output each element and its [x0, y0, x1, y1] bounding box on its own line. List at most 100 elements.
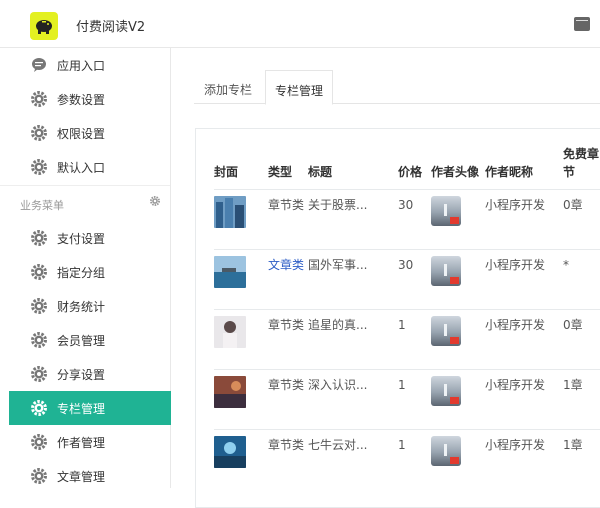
title-cell: 追星的真... [308, 318, 368, 332]
sidebar-divider [0, 185, 170, 186]
gear-icon [31, 332, 47, 348]
main-panel: 添加专栏 专栏管理 封面 类型 标题 价格 作者头像 作者昵称 免费章节 章节类… [171, 48, 600, 508]
cover-image-scene[interactable] [214, 376, 246, 408]
cover-image-cloud[interactable] [214, 436, 246, 468]
sidebar-item-share[interactable]: 分享设置 [9, 357, 171, 391]
author-avatar [431, 376, 461, 406]
column-table-card: 封面 类型 标题 价格 作者头像 作者昵称 免费章节 章节类 关于股票... 3… [195, 128, 600, 508]
table-row[interactable]: 章节类 七牛云对... 1 小程序开发 1章 [214, 429, 600, 490]
sidebar-item-columns[interactable]: 专栏管理 [9, 391, 171, 425]
title-cell: 七牛云对... [308, 438, 368, 452]
sidebar-item-label: 默认入口 [57, 161, 106, 175]
gear-icon [31, 264, 47, 280]
free-cell: 0章 [563, 318, 583, 332]
gear-icon [31, 366, 47, 382]
type-cell: 章节类 [268, 438, 305, 452]
header-avatar: 作者头像 [431, 165, 480, 179]
section-label: 业务菜单 [20, 199, 64, 212]
sidebar-item-default-entry[interactable]: 默认入口 [9, 150, 171, 184]
free-cell: * [563, 258, 569, 272]
nickname-cell: 小程序开发 [485, 378, 546, 392]
author-avatar [431, 256, 461, 286]
gear-icon [31, 125, 47, 141]
avatar-cell [431, 250, 485, 310]
sidebar-item-permissions[interactable]: 权限设置 [9, 116, 171, 150]
cover-cell [214, 370, 268, 430]
type-cell: 章节类 [268, 378, 305, 392]
sidebar-item-label: 指定分组 [57, 266, 106, 280]
cover-image-buildings[interactable] [214, 196, 246, 228]
author-avatar [431, 436, 461, 466]
type-cell: 章节类 [268, 318, 305, 332]
sidebar-item-payment[interactable]: 支付设置 [9, 221, 171, 255]
title-cell: 深入认识... [308, 378, 368, 392]
tab-bar: 添加专栏 专栏管理 [194, 70, 600, 105]
avatar-cell [431, 310, 485, 370]
sidebar-item-label: 支付设置 [57, 232, 106, 246]
gear-icon[interactable] [150, 196, 160, 206]
sidebar-item-members[interactable]: 会员管理 [9, 323, 171, 357]
nickname-cell: 小程序开发 [485, 198, 546, 212]
sidebar-item-app-entry[interactable]: 应用入口 [9, 48, 171, 82]
header-nickname: 作者昵称 [485, 165, 534, 179]
sidebar-item-params[interactable]: 参数设置 [9, 82, 171, 116]
sidebar-item-label: 文章管理 [57, 470, 106, 484]
top-bar: 付费阅读V2 [0, 0, 600, 48]
cover-image-person[interactable] [214, 316, 246, 348]
sidebar-item-finance[interactable]: 财务统计 [9, 289, 171, 323]
price-cell: 1 [398, 378, 406, 392]
cover-cell [214, 190, 268, 250]
free-cell: 0章 [563, 198, 583, 212]
app-title: 付费阅读V2 [76, 20, 146, 35]
table-row[interactable]: 文章类 国外军事... 30 小程序开发 * [214, 249, 600, 310]
table-row[interactable]: 章节类 追星的真... 1 小程序开发 0章 [214, 309, 600, 370]
nickname-cell: 小程序开发 [485, 258, 546, 272]
sidebar-item-label: 财务统计 [57, 300, 106, 314]
title-cell: 关于股票... [308, 198, 368, 212]
type-cell-link[interactable]: 文章类 [268, 250, 308, 310]
cover-cell [214, 430, 268, 490]
free-cell: 1章 [563, 378, 583, 392]
sidebar-item-label: 参数设置 [57, 93, 106, 107]
sidebar-item-label: 会员管理 [57, 334, 106, 348]
price-cell: 1 [398, 438, 406, 452]
sidebar-item-groups[interactable]: 指定分组 [9, 255, 171, 289]
gear-icon [31, 434, 47, 450]
chat-bubble-icon [32, 58, 46, 72]
sidebar-item-label: 分享设置 [57, 368, 106, 382]
window-toggle-icon[interactable] [574, 17, 590, 31]
type-cell: 章节类 [268, 198, 305, 212]
table-row[interactable]: 章节类 深入认识... 1 小程序开发 1章 [214, 369, 600, 430]
sidebar-item-label: 应用入口 [57, 59, 106, 73]
header-free-chapters: 免费章节 [563, 147, 600, 179]
piggy-bank-logo-icon[interactable] [30, 12, 58, 40]
nickname-cell: 小程序开发 [485, 318, 546, 332]
cover-image-sea[interactable] [214, 256, 246, 288]
avatar-cell [431, 430, 485, 490]
gear-icon [31, 230, 47, 246]
sidebar-item-label: 权限设置 [57, 127, 106, 141]
sidebar-item-authors[interactable]: 作者管理 [9, 425, 171, 459]
free-cell: 1章 [563, 438, 583, 452]
nickname-cell: 小程序开发 [485, 438, 546, 452]
cover-cell [214, 310, 268, 370]
gear-icon [31, 91, 47, 107]
header-title: 标题 [308, 165, 333, 179]
avatar-cell [431, 370, 485, 430]
header-price: 价格 [398, 165, 423, 179]
avatar-cell [431, 190, 485, 250]
gear-icon [31, 159, 47, 175]
sidebar-item-label: 作者管理 [57, 436, 106, 450]
gear-icon [31, 468, 47, 484]
header-cover: 封面 [214, 165, 239, 179]
main-content: 添加专栏 专栏管理 封面 类型 标题 价格 作者头像 作者昵称 免费章节 章节类… [171, 48, 600, 508]
tab-add-column[interactable]: 添加专栏 [194, 70, 262, 104]
tab-column-manage[interactable]: 专栏管理 [265, 70, 333, 105]
table-row[interactable]: 章节类 关于股票... 30 小程序开发 0章 [214, 189, 600, 250]
sidebar-item-label: 专栏管理 [57, 402, 106, 416]
header-type: 类型 [268, 165, 293, 179]
gear-icon [31, 298, 47, 314]
table-header-row: 封面 类型 标题 价格 作者头像 作者昵称 免费章节 [214, 145, 600, 190]
author-avatar [431, 316, 461, 346]
author-avatar [431, 196, 461, 226]
